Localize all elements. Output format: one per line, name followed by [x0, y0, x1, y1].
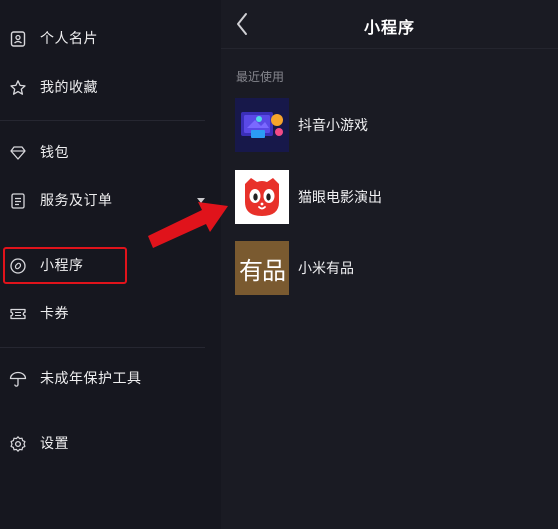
divider	[0, 120, 205, 121]
menu-item-label: 个人名片	[40, 31, 98, 47]
ticket-icon	[9, 305, 27, 323]
document-icon	[9, 192, 27, 210]
menu-item-label: 设置	[40, 436, 69, 452]
gear-icon	[9, 435, 27, 453]
maoyan-cat-icon	[235, 170, 289, 224]
page-title: 小程序	[363, 18, 415, 37]
menu-item-profile-card[interactable]: 个人名片	[0, 19, 221, 59]
menu-item-settings[interactable]: 设置	[0, 424, 221, 464]
menu-item-label: 服务及订单	[40, 193, 113, 209]
app-item-maoyan[interactable]: 猫眼电影演出	[221, 170, 558, 226]
menu-item-label: 我的收藏	[40, 80, 98, 96]
section-label-recent: 最近使用	[236, 70, 285, 84]
menu-item-label: 卡券	[40, 306, 69, 322]
panel-header: 小程序	[221, 0, 558, 49]
menu-item-favorites[interactable]: 我的收藏	[0, 68, 221, 108]
highlight-annotation	[3, 247, 127, 284]
side-drawer: 个人名片 我的收藏 钱包 服务及订单 小程序 卡券 未成年保护工具 设置	[0, 0, 221, 529]
app-item-douyin-games[interactable]: 抖音小游戏	[221, 98, 558, 154]
diamond-icon	[9, 144, 27, 162]
divider	[0, 347, 205, 348]
red-arrow-annotation	[148, 202, 228, 248]
id-card-icon	[9, 30, 27, 48]
mini-programs-panel: 小程序 最近使用 抖音小游戏 猫眼电影演出 有品 小米有品	[221, 0, 558, 529]
menu-item-wallet[interactable]: 钱包	[0, 133, 221, 173]
menu-item-minor-protection[interactable]: 未成年保护工具	[0, 359, 221, 399]
menu-item-label: 钱包	[40, 145, 69, 161]
xiaomi-youpin-icon: 有品	[235, 241, 289, 295]
app-item-xiaomi-youpin[interactable]: 有品 小米有品	[221, 241, 558, 297]
star-icon	[9, 79, 27, 97]
youpin-logo-text: 有品	[239, 256, 286, 285]
douyin-game-icon	[235, 98, 289, 152]
umbrella-icon	[9, 370, 27, 388]
app-name: 小米有品	[298, 261, 354, 277]
app-name: 猫眼电影演出	[298, 190, 382, 206]
app-name: 抖音小游戏	[298, 118, 368, 134]
menu-item-coupons[interactable]: 卡券	[0, 294, 221, 334]
menu-item-label: 未成年保护工具	[40, 371, 142, 387]
